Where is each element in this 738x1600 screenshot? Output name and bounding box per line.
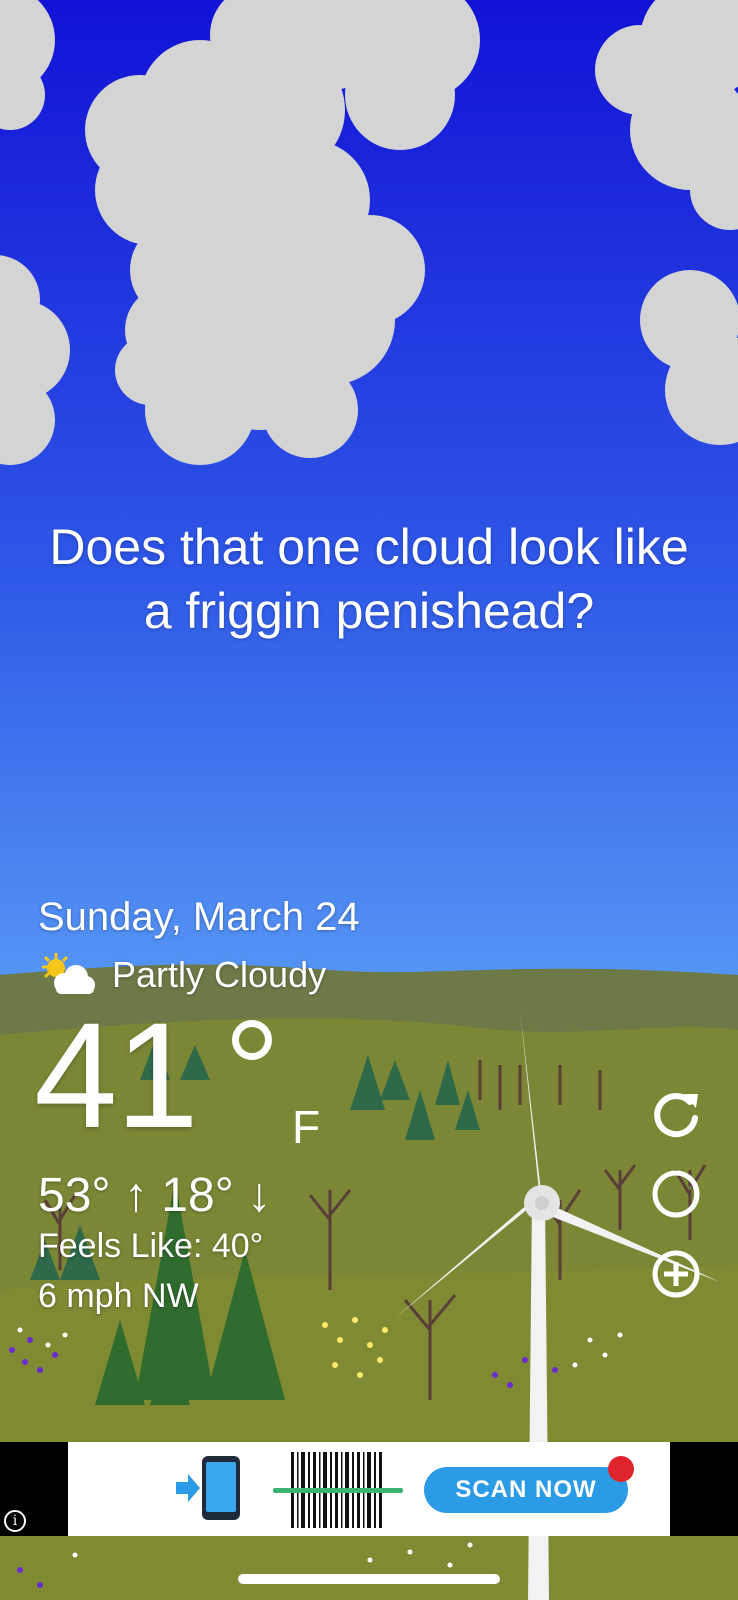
current-temperature: 41 — [34, 991, 199, 1159]
low-temp: 18° — [161, 1169, 234, 1222]
high-low-temps: 53° ↑ 18° ↓ — [38, 1168, 271, 1223]
phone-arrow-icon — [176, 1456, 240, 1520]
temperature-unit: F — [292, 1101, 321, 1153]
ad-banner[interactable]: SCAN NOW — [0, 1442, 738, 1536]
arrow-up-icon: ↑ — [123, 1169, 148, 1222]
moon-phase-button[interactable] — [650, 1168, 702, 1220]
high-temp: 53° — [38, 1169, 111, 1222]
moon-icon — [652, 1170, 700, 1218]
wind-speed: 6 mph NW — [38, 1277, 199, 1315]
ad-content[interactable]: SCAN NOW — [68, 1442, 670, 1536]
condition-text: Partly Cloudy — [112, 954, 327, 995]
feels-like: Feels Like: 40° — [38, 1227, 264, 1265]
refresh-icon — [654, 1093, 698, 1138]
add-location-button[interactable] — [650, 1248, 702, 1300]
refresh-button[interactable] — [650, 1088, 702, 1140]
ad-info-icon[interactable]: i — [4, 1510, 26, 1532]
degree-symbol — [232, 1020, 272, 1060]
quote-line-1: Does that one cloud look like — [49, 519, 689, 575]
barcode-icon — [273, 1452, 403, 1528]
weather-quote: Does that one cloud look like a friggin … — [20, 515, 718, 643]
scan-now-button[interactable]: SCAN NOW — [424, 1467, 628, 1513]
weather-scene — [0, 0, 738, 1600]
plus-circle-icon — [652, 1250, 700, 1298]
arrow-down-icon: ↓ — [247, 1169, 272, 1222]
home-indicator[interactable] — [238, 1574, 500, 1584]
quote-line-2: a friggin penishead? — [143, 583, 595, 639]
notification-badge — [608, 1456, 634, 1482]
forecast-date: Sunday, March 24 — [38, 895, 360, 939]
